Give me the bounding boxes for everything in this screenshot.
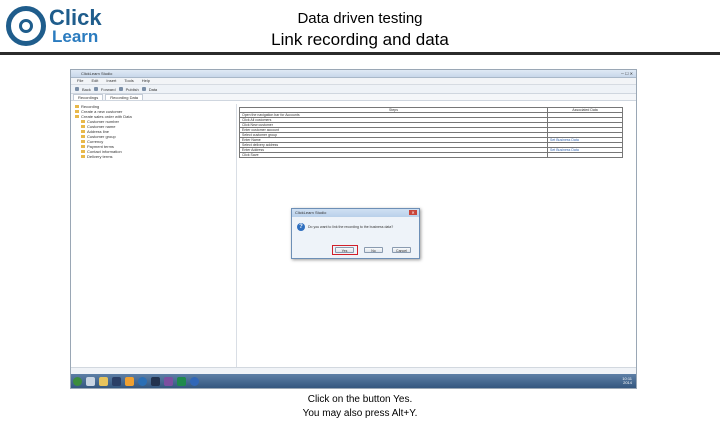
- table-row[interactable]: Click Save: [239, 152, 623, 158]
- browser-icon[interactable]: [138, 376, 147, 386]
- tab-recording-data[interactable]: Recording Data: [105, 94, 144, 100]
- folder-icon: [75, 115, 79, 118]
- toolbar-data[interactable]: Data: [149, 87, 157, 92]
- tree-item-label: Delivery terms: [87, 154, 113, 159]
- clock-date: 2014: [623, 380, 632, 385]
- firefox-icon[interactable]: [125, 376, 134, 386]
- data-icon[interactable]: [141, 87, 146, 91]
- toolbar-forward[interactable]: Forward: [101, 87, 116, 92]
- window-titlebar: ClickLearn Studio ─ ☐ ✕: [71, 70, 636, 78]
- folder-icon: [75, 105, 79, 108]
- window-controls[interactable]: ─ ☐ ✕: [621, 71, 633, 76]
- folder-icon: [81, 135, 85, 138]
- question-icon: ?: [297, 223, 305, 231]
- menu-file[interactable]: File: [77, 78, 83, 84]
- dialog-titlebar: ClickLearn Studio ✕: [292, 209, 419, 217]
- excel-icon[interactable]: [177, 376, 186, 386]
- console-icon[interactable]: [151, 376, 160, 386]
- menu-bar: File Edit Insert Tools Help: [71, 78, 636, 85]
- dialog-body: ? Do you want to link the recording to t…: [292, 217, 419, 239]
- dialog-message: Do you want to link the recording to the…: [308, 225, 394, 229]
- start-icon[interactable]: [73, 376, 82, 386]
- folder-icon: [81, 140, 85, 143]
- pane-splitter[interactable]: [236, 104, 237, 380]
- folder-icon: [81, 150, 85, 153]
- no-button[interactable]: No: [364, 247, 383, 253]
- folder-icon: [81, 130, 85, 133]
- folder-icon: [81, 120, 85, 123]
- folder-icon[interactable]: [99, 376, 108, 386]
- visual-studio-icon[interactable]: [164, 376, 173, 386]
- title-divider: [0, 52, 720, 55]
- toolbar: Back Forward Publish Data: [71, 85, 636, 94]
- back-icon[interactable]: [75, 87, 79, 91]
- dialog-title: ClickLearn Studio: [295, 210, 327, 215]
- folder-icon: [81, 125, 85, 128]
- instruction-caption: Click on the button Yes.: [307, 394, 413, 405]
- recording-tree: Recording Create a new customer Create s…: [75, 104, 235, 380]
- dialog-button-row: Yes No Cancel: [292, 245, 419, 255]
- folder-icon: [81, 145, 85, 148]
- application-screenshot: ClickLearn Studio ─ ☐ ✕ File Edit Insert…: [70, 69, 637, 389]
- tree-item[interactable]: Delivery terms: [75, 154, 235, 159]
- menu-insert[interactable]: Insert: [106, 78, 116, 84]
- menu-help[interactable]: Help: [142, 78, 150, 84]
- app-icon[interactable]: [112, 376, 121, 386]
- windows-taskbar: 10:11 2014: [71, 374, 636, 388]
- yes-button[interactable]: Yes: [335, 247, 354, 253]
- status-bar: [71, 367, 636, 374]
- menu-tools[interactable]: Tools: [124, 78, 133, 84]
- menu-edit[interactable]: Edit: [91, 78, 98, 84]
- window-title: ClickLearn Studio: [81, 71, 113, 76]
- tab-recordings[interactable]: Recordings: [73, 94, 104, 100]
- clicklearn-icon[interactable]: [190, 376, 199, 386]
- confirmation-dialog: ClickLearn Studio ✕ ? Do you want to lin…: [291, 208, 420, 259]
- folder-icon: [81, 155, 85, 158]
- toolbar-back[interactable]: Back: [82, 87, 91, 92]
- slide-subtitle: Link recording and data: [271, 30, 449, 49]
- toolbar-publish[interactable]: Publish: [126, 87, 139, 92]
- cancel-button[interactable]: Cancel: [392, 247, 411, 253]
- explorer-icon[interactable]: [86, 376, 95, 386]
- tab-strip: Recordings Recording Data: [71, 94, 636, 101]
- folder-icon: [75, 110, 79, 113]
- steps-grid: Steps Associated Data Open the navigatio…: [239, 107, 623, 158]
- slide-title: Data driven testing: [297, 10, 423, 27]
- forward-icon[interactable]: [93, 87, 98, 91]
- shortcut-caption: You may also press Alt+Y.: [302, 408, 418, 419]
- taskbar-clock: 10:11 2014: [622, 377, 632, 385]
- dialog-close-button[interactable]: ✕: [409, 210, 417, 215]
- publish-icon[interactable]: [118, 87, 123, 91]
